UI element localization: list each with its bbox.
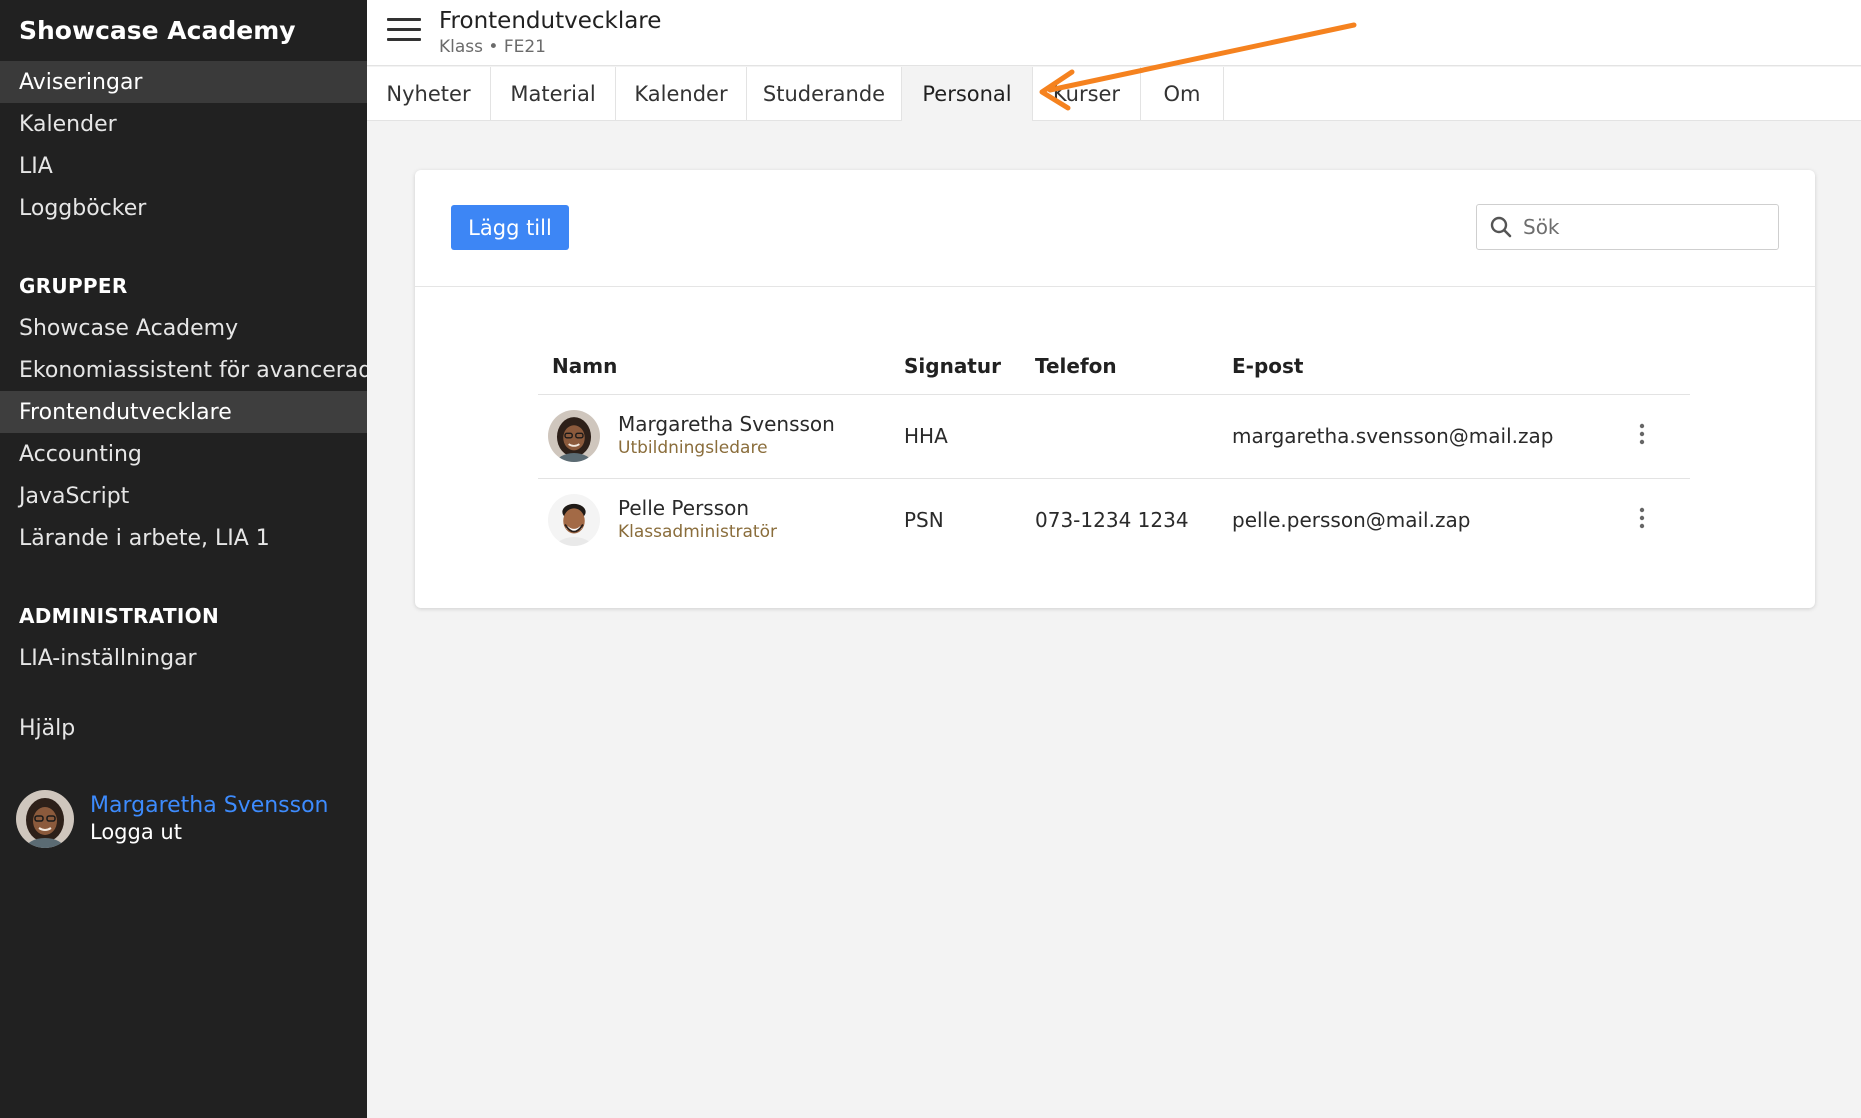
sidebar-group-javascript[interactable]: JavaScript — [0, 475, 367, 517]
table-header-row: Namn Signatur Telefon E-post — [538, 338, 1690, 395]
search-icon — [1490, 216, 1512, 238]
tab-studerande[interactable]: Studerande — [747, 67, 902, 121]
email-cell: margaretha.svensson@mail.zap — [1218, 394, 1618, 479]
column-header-telefon[interactable]: Telefon — [1021, 338, 1218, 395]
card-toolbar: Lägg till — [415, 170, 1815, 287]
column-header-epost[interactable]: E-post — [1218, 338, 1618, 395]
sidebar-group-larande-i-arbete[interactable]: Lärande i arbete, LIA 1 — [0, 517, 367, 559]
sidebar-item-loggbocker[interactable]: Loggböcker — [0, 187, 367, 229]
table-row[interactable]: Margaretha Svensson Utbildningsledare HH… — [538, 394, 1690, 479]
table-row[interactable]: Pelle Persson Klassadministratör PSN 073… — [538, 478, 1690, 562]
search-input[interactable] — [1523, 215, 1763, 239]
email-cell: pelle.persson@mail.zap — [1232, 508, 1471, 533]
brand-title[interactable]: Showcase Academy — [0, 0, 367, 61]
column-header-namn[interactable]: Namn — [538, 338, 890, 395]
user-profile: Margaretha Svensson Logga ut — [16, 790, 329, 848]
logout-link[interactable]: Logga ut — [90, 819, 329, 846]
tab-nyheter[interactable]: Nyheter — [367, 67, 491, 121]
sidebar-item-kalender[interactable]: Kalender — [0, 103, 367, 145]
staff-table: Namn Signatur Telefon E-post Margaretha … — [538, 338, 1690, 562]
phone-cell — [1021, 394, 1218, 479]
administration-section-title: ADMINISTRATION — [19, 604, 220, 628]
column-header-actions — [1618, 338, 1690, 395]
tab-bar: Nyheter Material Kalender Studerande Per… — [367, 67, 1861, 121]
menu-icon[interactable] — [387, 18, 421, 42]
tab-om[interactable]: Om — [1141, 67, 1224, 121]
page-title: Frontendutvecklare — [439, 8, 662, 34]
tab-material[interactable]: Material — [491, 67, 616, 121]
sidebar-item-hjalp[interactable]: Hjälp — [0, 707, 367, 749]
search-box[interactable] — [1476, 204, 1779, 250]
page-subtitle: Klass • FE21 — [439, 37, 546, 57]
user-avatar[interactable] — [16, 790, 74, 848]
more-options-icon[interactable] — [1632, 422, 1652, 446]
more-options-icon[interactable] — [1632, 506, 1652, 530]
person-role: Klassadministratör — [618, 522, 777, 543]
top-bar: Frontendutvecklare Klass • FE21 — [367, 0, 1861, 66]
sidebar-item-aviseringar[interactable]: Aviseringar — [0, 61, 367, 103]
person-name[interactable]: Pelle Persson — [618, 496, 777, 520]
tab-kalender[interactable]: Kalender — [616, 67, 747, 121]
avatar — [548, 410, 600, 462]
sidebar-item-lia[interactable]: LIA — [0, 145, 367, 187]
phone-cell: 073-1234 1234 — [1035, 508, 1189, 533]
staff-card: Lägg till Namn Signatur Telefon E-post — [415, 170, 1815, 608]
person-role: Utbildningsledare — [618, 438, 768, 458]
sidebar-group-accounting[interactable]: Accounting — [0, 433, 367, 475]
tab-kurser[interactable]: Kurser — [1033, 67, 1141, 121]
sidebar: Showcase Academy Aviseringar Kalender LI… — [0, 0, 367, 1118]
groups-section-title: GRUPPER — [19, 274, 128, 298]
column-header-signatur[interactable]: Signatur — [890, 338, 1021, 395]
tab-personal[interactable]: Personal — [902, 67, 1033, 121]
user-name-link[interactable]: Margaretha Svensson — [90, 792, 329, 819]
add-button[interactable]: Lägg till — [451, 205, 569, 250]
sidebar-group-ekonomiassistent[interactable]: Ekonomiassistent för avancerad... — [0, 349, 367, 391]
sidebar-group-showcase-academy[interactable]: Showcase Academy — [0, 307, 367, 349]
signature-cell: PSN — [904, 508, 944, 533]
sidebar-group-frontendutvecklare[interactable]: Frontendutvecklare — [0, 391, 367, 433]
signature-cell: HHA — [890, 394, 1021, 479]
avatar — [548, 494, 600, 547]
sidebar-item-lia-installningar[interactable]: LIA-inställningar — [0, 637, 367, 679]
person-name[interactable]: Margaretha Svensson — [618, 412, 835, 436]
